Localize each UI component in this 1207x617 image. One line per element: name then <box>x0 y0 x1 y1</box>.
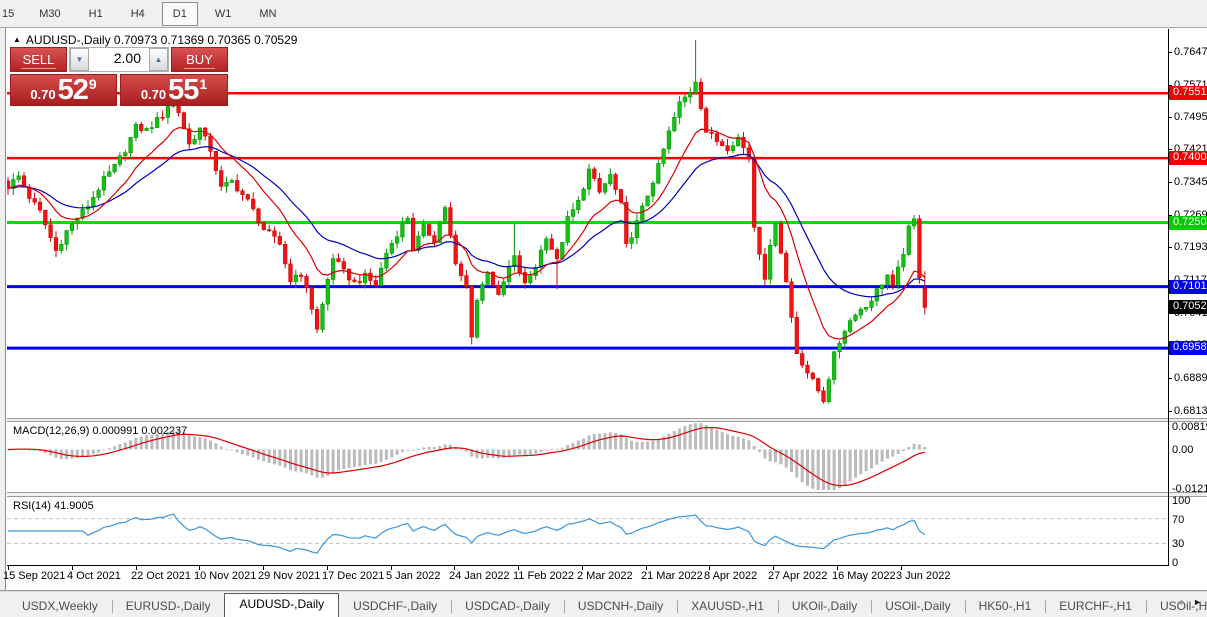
panel-separator-rsi[interactable] <box>7 492 1207 497</box>
price-tick-label: 0.74950 <box>1174 111 1207 123</box>
price-tick-label: 0.71930 <box>1174 241 1207 253</box>
price-tick-label: 0.68130 <box>1174 405 1207 417</box>
volume-input[interactable]: 2.00 <box>89 48 149 71</box>
sell-quote-button[interactable]: 0.70 52 9 <box>10 74 117 106</box>
time-axis-label: 16 May 2022 <box>832 570 896 582</box>
time-axis-label: 11 Feb 2022 <box>513 570 574 582</box>
price-tick-mark <box>1168 117 1172 118</box>
price-tick-label: 0.73450 <box>1174 176 1207 188</box>
time-axis-label: 22 Oct 2021 <box>131 570 191 582</box>
title-triangle-icon: ▲ <box>13 35 21 44</box>
buy-price-big: 55 <box>168 73 199 106</box>
panel-separator-macd[interactable] <box>7 418 1207 422</box>
symbol-tab-XAUUSD-H1[interactable]: XAUUSD-,H1 <box>677 596 778 617</box>
symbol-tab-USDCHF-Daily[interactable]: USDCHF-,Daily <box>339 596 451 617</box>
symbol-tab-UKOil-Daily[interactable]: UKOil-,Daily <box>777 596 871 617</box>
price-tick-mark <box>1168 247 1172 248</box>
trading-platform-window: 15 M30 H1 H4 D1 W1 MN ▲ AUDUSD-,Daily 0.70973 0… <box>0 0 1207 617</box>
symbol-tab-EURUSD-Daily[interactable]: EURUSD-,Daily <box>111 596 225 617</box>
symbol-tab-USDX-Weekly[interactable]: USDX,Weekly <box>8 596 112 617</box>
sell-price-pip: 9 <box>88 76 97 92</box>
price-tick-mark <box>1168 52 1172 53</box>
time-axis-label: 10 Nov 2021 <box>194 570 257 582</box>
time-axis-label: 3 Jun 2022 <box>896 570 951 582</box>
volume-increase-button[interactable]: ▲ <box>149 48 168 71</box>
symbol-tab-USDCNH-Daily[interactable]: USDCNH-,Daily <box>563 596 677 617</box>
spin-down-icon: ▼ <box>75 55 84 64</box>
symbol-tab-bar: USDX,Weekly EURUSD-,Daily AUDUSD-,Daily USD… <box>0 592 1207 617</box>
spin-up-icon: ▲ <box>154 55 163 64</box>
price-tick-mark <box>1168 378 1172 379</box>
macd-axis-label: 0.00819 <box>1172 421 1207 433</box>
time-axis-label: 8 Apr 2022 <box>704 570 758 582</box>
time-axis-label: 4 Oct 2021 <box>67 570 121 582</box>
symbol-tab-USOil-Daily[interactable]: USOil-,Daily <box>871 596 964 617</box>
buy-button-label: BUY <box>184 52 215 69</box>
price-level-label: 0.74002 <box>1169 151 1207 165</box>
sell-price-big: 52 <box>57 73 89 106</box>
rsi-canvas[interactable] <box>7 497 1168 564</box>
sell-button[interactable]: SELL <box>10 47 67 72</box>
time-axis-label: 2 Mar 2022 <box>577 570 633 582</box>
chart-title: ▲ AUDUSD-,Daily 0.70973 0.71369 0.70365 0… <box>13 33 297 47</box>
symbol-tab-HK50-H1[interactable]: HK50-,H1 <box>964 596 1046 617</box>
tab-scroll-right-icon[interactable]: ► <box>1193 597 1202 607</box>
time-axis-label: 29 Nov 2021 <box>258 570 321 582</box>
price-tick-label: 0.68890 <box>1174 372 1207 384</box>
one-click-trade-widget: SELL ▼ 2.00 ▲ BUY 0.70 52 9 0.70 55 1 <box>10 47 228 106</box>
timeframe-toolbar: 15 M30 H1 H4 D1 W1 MN <box>0 0 1207 28</box>
symbol-tab-AUDUSD-Daily[interactable]: AUDUSD-,Daily <box>224 593 340 617</box>
timeframe-button-MN[interactable]: MN <box>248 2 287 26</box>
tab-scroll-left-icon[interactable]: ◄ <box>1175 597 1184 607</box>
macd-axis-label: 0.00 <box>1172 444 1194 456</box>
time-axis-label: 24 Jan 2022 <box>449 570 510 582</box>
buy-price-prefix: 0.70 <box>140 86 167 102</box>
price-level-label: 0.75512 <box>1169 86 1207 100</box>
buy-button[interactable]: BUY <box>171 47 228 72</box>
window-left-edge <box>0 28 6 591</box>
price-tick-mark <box>1168 182 1172 183</box>
price-level-label: 0.72504 <box>1169 216 1207 230</box>
timeframe-button-W1[interactable]: W1 <box>204 2 243 26</box>
price-tick-mark <box>1168 411 1172 412</box>
sell-price-prefix: 0.70 <box>30 86 56 102</box>
time-axis-line <box>7 565 1169 566</box>
timeframe-button-M30[interactable]: M30 <box>28 2 71 26</box>
sell-button-label: SELL <box>20 52 57 69</box>
rsi-axis-label: 100 <box>1172 495 1191 507</box>
buy-price-pip: 1 <box>199 76 208 92</box>
timeframe-button-15[interactable]: 15 <box>0 2 22 26</box>
time-axis-label: 21 Mar 2022 <box>641 570 703 582</box>
timeframe-button-D1[interactable]: D1 <box>161 1 198 26</box>
chart-title-text: AUDUSD-,Daily 0.70973 0.71369 0.70365 0.… <box>25 33 298 47</box>
rsi-axis-label: 0 <box>1172 557 1179 569</box>
symbol-tab-USDCAD-Daily[interactable]: USDCAD-,Daily <box>451 596 564 617</box>
volume-decrease-button[interactable]: ▼ <box>70 48 89 71</box>
price-level-label: 0.71013 <box>1169 280 1207 294</box>
price-axis-line <box>1168 29 1169 565</box>
price-tick-mark <box>1168 149 1172 150</box>
volume-stepper: ▼ 2.00 ▲ <box>69 47 169 72</box>
macd-label: MACD(12,26,9) 0.000991 0.002237 <box>13 425 188 437</box>
rsi-label: RSI(14) 41.9005 <box>13 500 94 512</box>
price-level-label: 0.70529 <box>1169 300 1207 314</box>
timeframe-button-H4[interactable]: H4 <box>120 2 156 26</box>
buy-quote-button[interactable]: 0.70 55 1 <box>120 74 228 106</box>
symbol-tab-EURCHF-H1[interactable]: EURCHF-,H1 <box>1045 596 1146 617</box>
rsi-axis-label: 70 <box>1172 514 1185 526</box>
time-axis-label: 17 Dec 2021 <box>322 570 385 582</box>
tab-scroll-buttons: ◄ ► <box>1166 597 1202 607</box>
rsi-axis-label: 30 <box>1172 538 1185 550</box>
price-level-label: 0.69582 <box>1169 341 1207 355</box>
timeframe-button-H1[interactable]: H1 <box>78 2 114 26</box>
price-tick-label: 0.76470 <box>1174 46 1207 58</box>
time-axis-label: 5 Jan 2022 <box>386 570 441 582</box>
time-axis-label: 27 Apr 2022 <box>768 570 828 582</box>
time-axis-label: 15 Sep 2021 <box>3 570 66 582</box>
macd-axis-label: -0.01212 <box>1172 483 1207 495</box>
